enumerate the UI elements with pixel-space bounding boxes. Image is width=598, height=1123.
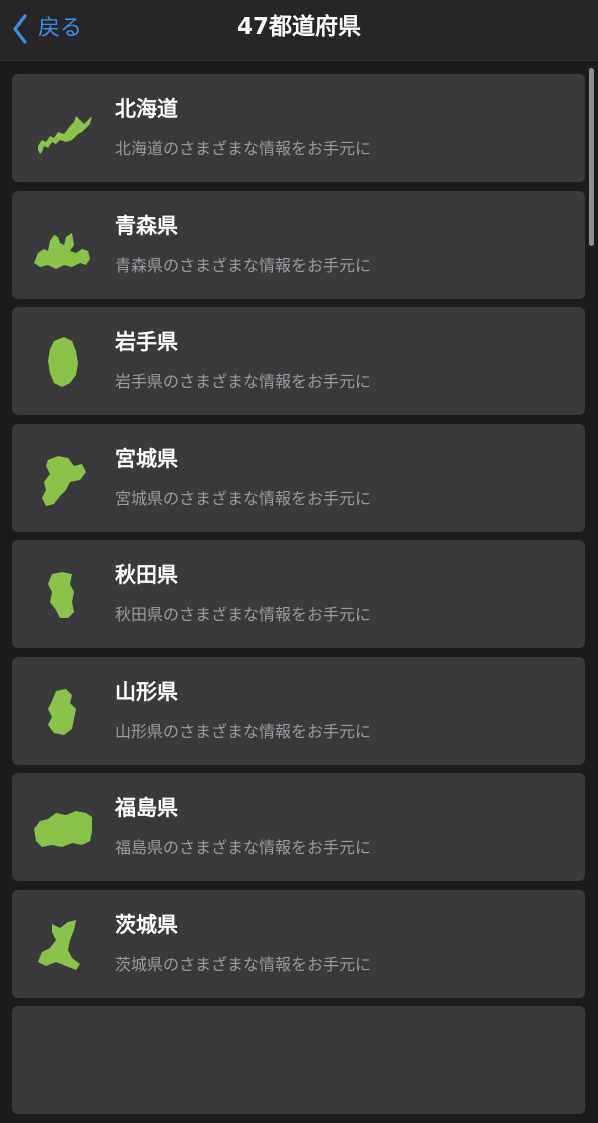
card-title: 茨城県	[115, 912, 178, 937]
list-item-partial[interactable]	[12, 1006, 585, 1114]
card-title: 北海道	[115, 97, 178, 121]
fukushima-map-icon	[30, 795, 96, 861]
akita-map-icon	[30, 562, 96, 628]
hokkaido-map-icon	[30, 96, 96, 162]
page-title: 47都道府県	[236, 14, 361, 40]
scrollbar[interactable]	[589, 68, 594, 246]
card-subtitle: 青森県のさまざまな情報をお手元に	[115, 255, 372, 275]
card-subtitle: 山形県のさまざまな情報をお手元に	[115, 721, 372, 741]
prefecture-list: 北海道 北海道のさまざまな情報をお手元に 青森県 青森県のさまざまな情報をお手元…	[12, 74, 585, 1123]
list-item-hokkaido[interactable]: 北海道 北海道のさまざまな情報をお手元に	[12, 74, 585, 182]
list-item-fukushima[interactable]: 福島県 福島県のさまざまな情報をお手元に	[12, 773, 585, 881]
list-item-ibaraki[interactable]: 茨城県 茨城県のさまざまな情報をお手元に	[12, 889, 585, 998]
card-subtitle: 岩手県のさまざまな情報をお手元に	[115, 372, 372, 391]
card-title: 青森県	[115, 213, 178, 238]
aomori-map-icon	[30, 213, 96, 279]
card-subtitle: 茨城県のさまざまな情報をお手元に	[115, 954, 372, 974]
card-title: 山形県	[115, 679, 178, 704]
card-subtitle: 秋田県のさまざまな情報をお手元に	[115, 605, 372, 624]
yamagata-map-icon	[30, 679, 96, 745]
list-item-akita[interactable]: 秋田県 秋田県のさまざまな情報をお手元に	[12, 540, 585, 648]
card-title: 秋田県	[115, 563, 178, 587]
card-title: 宮城県	[115, 446, 178, 471]
card-title: 岩手県	[115, 330, 178, 354]
list-item-miyagi[interactable]: 宮城県 宮城県のさまざまな情報をお手元に	[12, 423, 585, 532]
miyagi-map-icon	[30, 446, 96, 512]
card-subtitle: 福島県のさまざまな情報をお手元に	[115, 838, 372, 857]
list-item-aomori[interactable]: 青森県 青森県のさまざまな情報をお手元に	[12, 190, 585, 299]
list-item-yamagata[interactable]: 山形県 山形県のさまざまな情報をお手元に	[12, 656, 585, 765]
card-title: 福島県	[115, 796, 178, 820]
iwate-map-icon	[30, 329, 96, 395]
list-item-iwate[interactable]: 岩手県 岩手県のさまざまな情報をお手元に	[12, 307, 585, 415]
card-subtitle: 宮城県のさまざまな情報をお手元に	[115, 488, 372, 508]
ibaraki-map-icon	[30, 912, 96, 978]
navigation-bar: 戻る 47都道府県	[0, 0, 598, 63]
card-subtitle: 北海道のさまざまな情報をお手元に	[115, 139, 372, 158]
